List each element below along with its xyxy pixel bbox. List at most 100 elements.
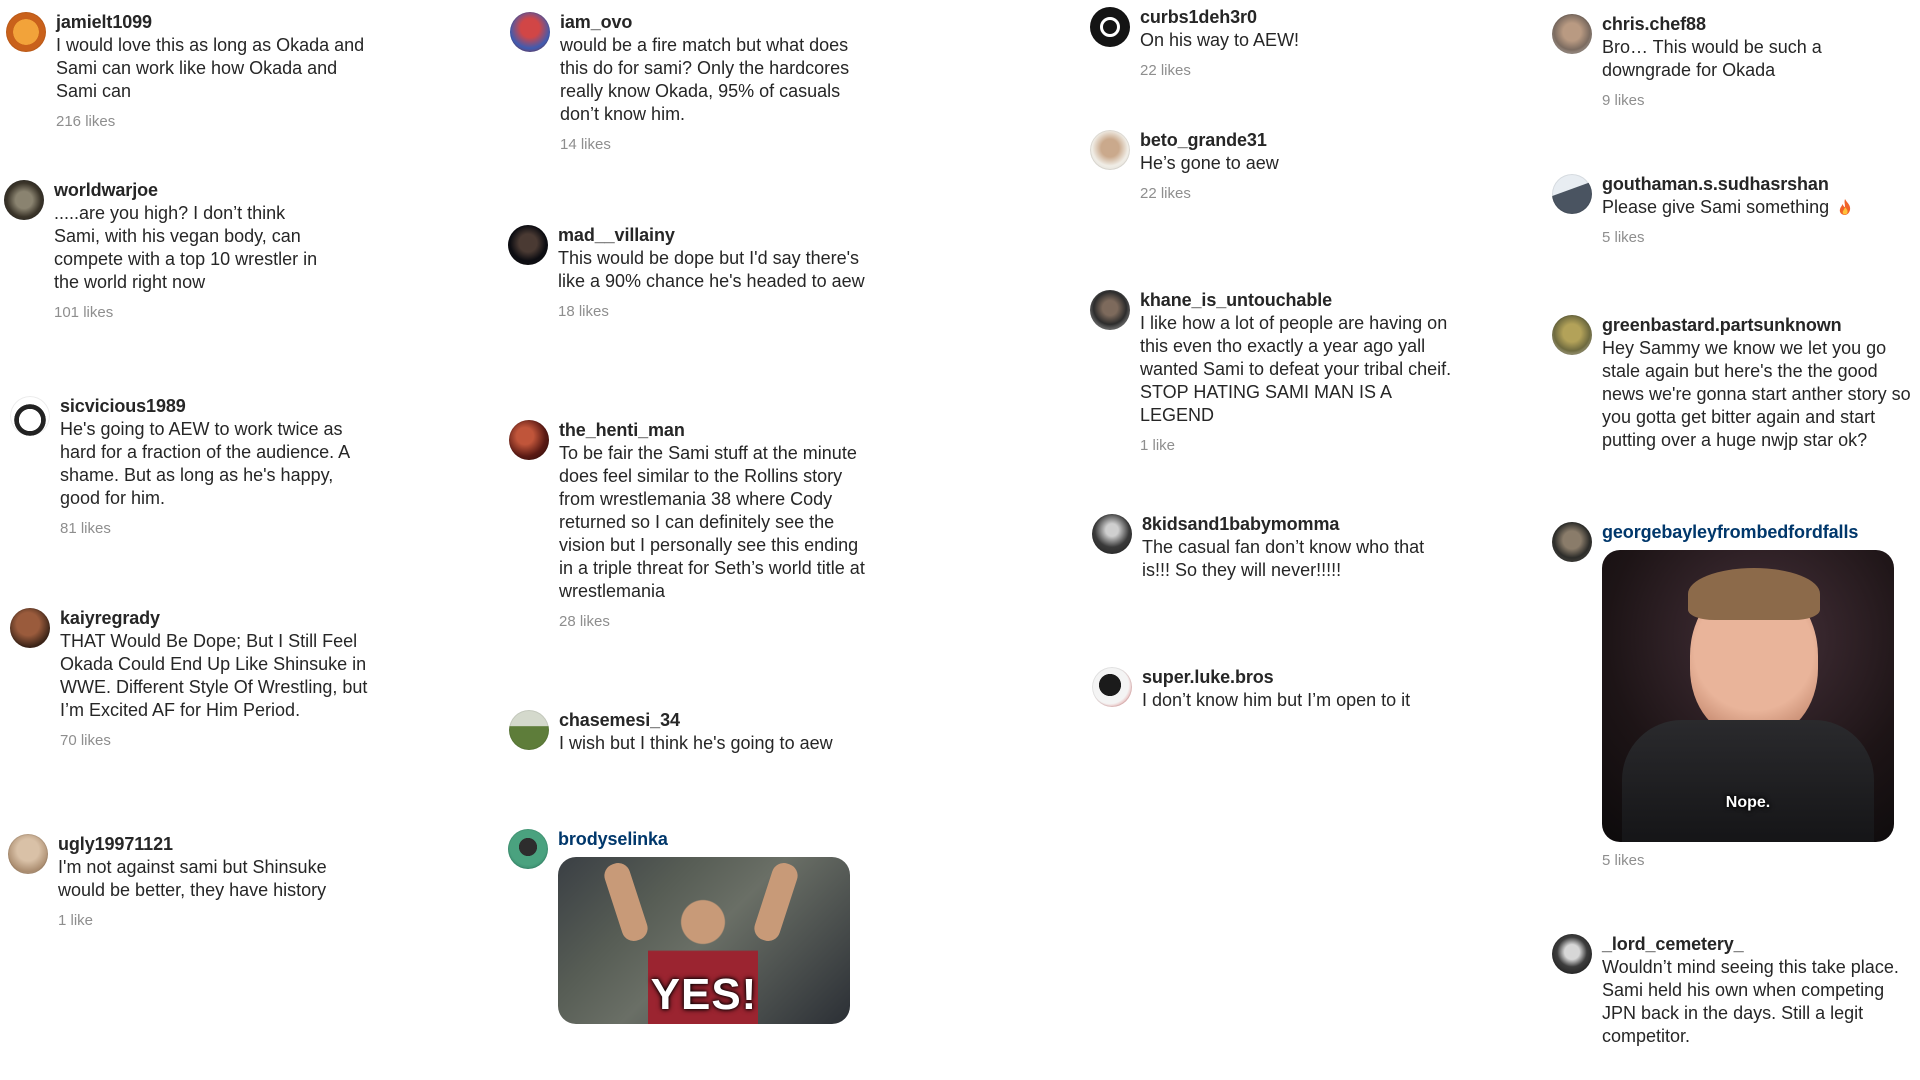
comment-likes[interactable]: 18 likes bbox=[558, 303, 868, 320]
comment-likes[interactable]: 14 likes bbox=[560, 136, 870, 153]
comment-likes[interactable]: 1 like bbox=[1140, 437, 1460, 454]
avatar[interactable] bbox=[1092, 667, 1132, 707]
gif-reply[interactable]: Nope. bbox=[1602, 550, 1894, 842]
comment-text: I don’t know him but I’m open to it bbox=[1142, 690, 1411, 710]
gif-caption: Nope. bbox=[1725, 794, 1771, 811]
avatar[interactable] bbox=[6, 12, 46, 52]
avatar[interactable] bbox=[10, 608, 50, 648]
comment-likes[interactable]: 101 likes bbox=[54, 304, 334, 321]
comment-username[interactable]: gouthaman.s.sudhasrshan bbox=[1602, 172, 1912, 196]
avatar[interactable] bbox=[1090, 290, 1130, 330]
comment-username[interactable]: mad__villainy bbox=[558, 223, 868, 247]
comment: georgebayleyfrombedfordfalls Nope. 5 lik… bbox=[1552, 520, 1902, 869]
comment-username[interactable]: greenbastard.partsunknown bbox=[1602, 313, 1912, 337]
avatar[interactable] bbox=[509, 420, 549, 460]
comment-username[interactable]: _lord_cemetery_ bbox=[1602, 932, 1902, 956]
comment: curbs1deh3r0 On his way to AEW! 22 likes bbox=[1090, 5, 1450, 79]
avatar[interactable] bbox=[1552, 315, 1592, 355]
comment-username[interactable]: sicvicious1989 bbox=[60, 394, 370, 418]
avatar[interactable] bbox=[1092, 514, 1132, 554]
comment-text: would be a fire match but what does this… bbox=[560, 35, 850, 124]
comment-text: THAT Would Be Dope; But I Still Feel Oka… bbox=[60, 631, 368, 720]
comment-username[interactable]: the_henti_man bbox=[559, 418, 869, 442]
comment-likes[interactable]: 1 like bbox=[58, 912, 368, 929]
comment: _lord_cemetery_ Wouldn’t mind seeing thi… bbox=[1552, 932, 1902, 1048]
avatar[interactable] bbox=[8, 834, 48, 874]
comment: brodyselinka YES! bbox=[508, 827, 858, 1024]
gif-reply[interactable]: YES! bbox=[558, 857, 850, 1024]
comment-likes[interactable]: 5 likes bbox=[1602, 229, 1912, 246]
comment: 8kidsand1babymomma The casual fan don’t … bbox=[1092, 512, 1452, 582]
gif-arm-left bbox=[601, 859, 651, 945]
comment-username[interactable]: worldwarjoe bbox=[54, 178, 334, 202]
comment: chasemesi_34 I wish but I think he's goi… bbox=[509, 708, 869, 755]
avatar[interactable] bbox=[1552, 934, 1592, 974]
comment-text: Bro… This would be such a downgrade for … bbox=[1602, 37, 1822, 80]
comment: iam_ovo would be a fire match but what d… bbox=[510, 10, 870, 153]
comment: greenbastard.partsunknown Hey Sammy we k… bbox=[1552, 313, 1912, 452]
avatar[interactable] bbox=[1090, 130, 1130, 170]
comment: ugly19971121 I'm not against sami but Sh… bbox=[8, 832, 368, 929]
fire-emoji-icon bbox=[1839, 199, 1851, 215]
comment-text: I'm not against sami but Shinsuke would … bbox=[58, 857, 327, 900]
comment-username[interactable]: chris.chef88 bbox=[1602, 12, 1902, 36]
comment: beto_grande31 He’s gone to aew 22 likes bbox=[1090, 128, 1450, 202]
comment-text: The casual fan don’t know who that is!!!… bbox=[1142, 537, 1425, 580]
comment-username[interactable]: super.luke.bros bbox=[1142, 665, 1452, 689]
comment-username[interactable]: curbs1deh3r0 bbox=[1140, 5, 1450, 29]
comment: the_henti_man To be fair the Sami stuff … bbox=[509, 418, 869, 630]
comment-text: On his way to AEW! bbox=[1140, 30, 1300, 50]
comment-text: .....are you high? I don’t think Sami, w… bbox=[54, 203, 318, 292]
comment-username[interactable]: chasemesi_34 bbox=[559, 708, 869, 732]
avatar[interactable] bbox=[1090, 7, 1130, 47]
avatar[interactable] bbox=[10, 396, 50, 436]
comment-text: Wouldn’t mind seeing this take place. Sa… bbox=[1602, 957, 1899, 1046]
avatar[interactable] bbox=[510, 12, 550, 52]
comment-username[interactable]: iam_ovo bbox=[560, 10, 870, 34]
gif-caption: YES! bbox=[650, 970, 758, 1019]
comment-username[interactable]: georgebayleyfrombedfordfalls bbox=[1602, 520, 1902, 544]
comment-likes[interactable]: 22 likes bbox=[1140, 185, 1450, 202]
comment: worldwarjoe .....are you high? I don’t t… bbox=[4, 178, 334, 321]
comment-username[interactable]: jamielt1099 bbox=[56, 10, 366, 34]
comment-username[interactable]: kaiyregrady bbox=[60, 606, 370, 630]
comment-likes[interactable]: 9 likes bbox=[1602, 92, 1902, 109]
logo-icon bbox=[1100, 17, 1120, 37]
comment-text: Hey Sammy we know we let you go stale ag… bbox=[1602, 338, 1911, 450]
comment: sicvicious1989 He's going to AEW to work… bbox=[10, 394, 370, 537]
avatar[interactable] bbox=[509, 710, 549, 750]
comment-text: I like how a lot of people are having on… bbox=[1140, 313, 1452, 425]
avatar[interactable] bbox=[1552, 14, 1592, 54]
comment-username[interactable]: ugly19971121 bbox=[58, 832, 368, 856]
comment-text: To be fair the Sami stuff at the minute … bbox=[559, 443, 865, 601]
comment-username[interactable]: 8kidsand1babymomma bbox=[1142, 512, 1452, 536]
comment-text: I wish but I think he's going to aew bbox=[559, 733, 833, 753]
comment-username[interactable]: brodyselinka bbox=[558, 827, 858, 851]
avatar[interactable] bbox=[1552, 522, 1592, 562]
comment: chris.chef88 Bro… This would be such a d… bbox=[1552, 12, 1902, 109]
comment-likes[interactable]: 70 likes bbox=[60, 732, 370, 749]
comment: kaiyregrady THAT Would Be Dope; But I St… bbox=[10, 606, 370, 749]
comment-text: Please give Sami something bbox=[1602, 197, 1830, 217]
comment: khane_is_untouchable I like how a lot of… bbox=[1090, 288, 1460, 454]
comment-username[interactable]: beto_grande31 bbox=[1140, 128, 1450, 152]
comment-text-row: Please give Sami something bbox=[1602, 196, 1912, 219]
comment-likes[interactable]: 28 likes bbox=[559, 613, 869, 630]
comment-username[interactable]: khane_is_untouchable bbox=[1140, 288, 1460, 312]
comment-text: He’s gone to aew bbox=[1140, 153, 1279, 173]
comment: super.luke.bros I don’t know him but I’m… bbox=[1092, 665, 1452, 712]
avatar[interactable] bbox=[1552, 174, 1592, 214]
avatar[interactable] bbox=[4, 180, 44, 220]
comment: mad__villainy This would be dope but I'd… bbox=[508, 223, 868, 320]
gif-jacket bbox=[1622, 720, 1874, 842]
comment-text: I would love this as long as Okada and S… bbox=[56, 35, 365, 101]
comment-likes[interactable]: 81 likes bbox=[60, 520, 370, 537]
comment: gouthaman.s.sudhasrshan Please give Sami… bbox=[1552, 172, 1912, 246]
avatar[interactable] bbox=[508, 829, 548, 869]
comment-likes[interactable]: 22 likes bbox=[1140, 62, 1450, 79]
comment-likes[interactable]: 216 likes bbox=[56, 113, 366, 130]
comment-likes[interactable]: 5 likes bbox=[1602, 852, 1902, 869]
avatar[interactable] bbox=[508, 225, 548, 265]
comment-text: This would be dope but I'd say there's l… bbox=[558, 248, 865, 291]
gif-hair bbox=[1688, 568, 1820, 620]
